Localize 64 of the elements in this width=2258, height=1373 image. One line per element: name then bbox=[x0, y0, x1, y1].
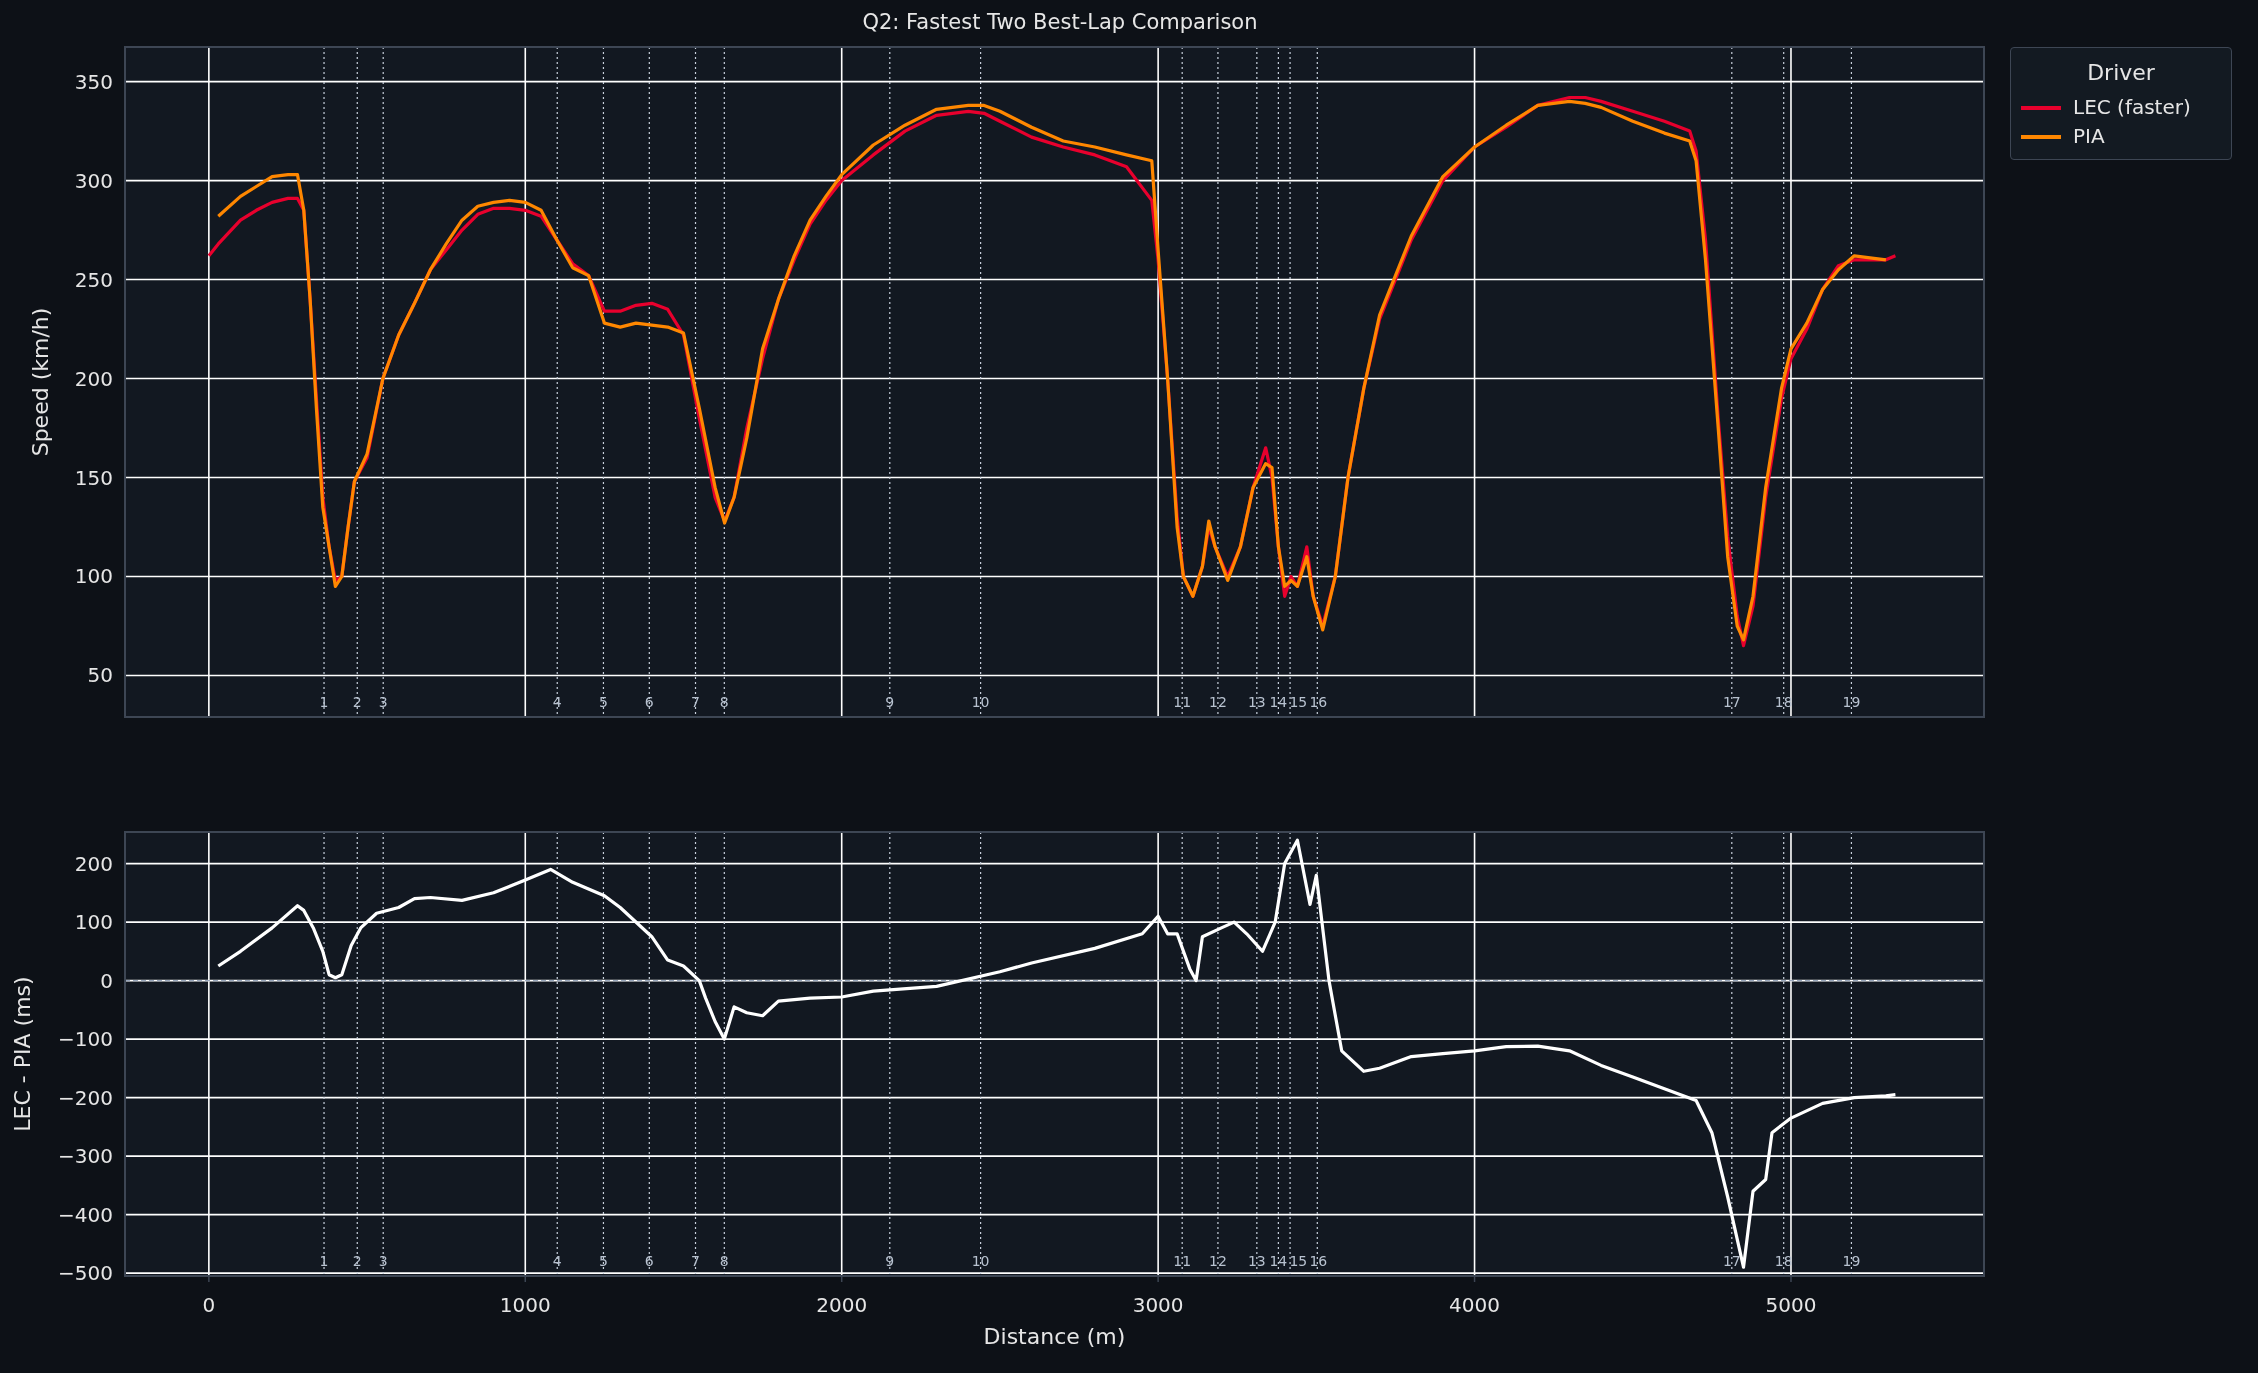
x-tick-label: 3000 bbox=[1132, 1293, 1184, 1317]
x-tick-label: 5000 bbox=[1765, 1293, 1817, 1317]
turn-label: 10 bbox=[971, 1253, 990, 1269]
x-tick-label: 0 bbox=[202, 1293, 216, 1317]
y-tick-label: 200 bbox=[74, 366, 113, 391]
turn-label: 8 bbox=[719, 1253, 729, 1269]
turn-label: 6 bbox=[644, 694, 654, 710]
y-tick-label: 200 bbox=[74, 851, 113, 876]
y-tick-label: 150 bbox=[74, 465, 113, 490]
chart-title: Q2: Fastest Two Best-Lap Comparison bbox=[861, 10, 1258, 34]
turn-label: 11 bbox=[1173, 694, 1192, 710]
y-tick-label: 50 bbox=[87, 663, 113, 688]
y-tick-label: −300 bbox=[58, 1144, 113, 1169]
x-axis-label: Distance (m) bbox=[983, 1324, 1126, 1349]
y-axis-label: Speed (km/h) bbox=[28, 307, 53, 457]
turn-label: 2 bbox=[352, 1253, 362, 1269]
turn-label: 4 bbox=[552, 694, 562, 710]
turn-label: 7 bbox=[691, 694, 700, 710]
turn-label: 9 bbox=[885, 1253, 895, 1269]
turn-label: 2 bbox=[352, 694, 362, 710]
y-tick-label: −400 bbox=[58, 1202, 113, 1227]
legend-title: Driver bbox=[2086, 59, 2156, 87]
y-tick-label: −200 bbox=[58, 1085, 113, 1110]
turn-label: 16 bbox=[1309, 694, 1328, 710]
turn-label: 19 bbox=[1842, 694, 1861, 710]
turn-label: 10 bbox=[971, 694, 990, 710]
turn-label: 1 bbox=[319, 1253, 329, 1269]
turn-label: 11 bbox=[1173, 1253, 1192, 1269]
legend-label: LEC (faster) bbox=[2073, 94, 2191, 121]
y-tick-label: 100 bbox=[74, 910, 113, 935]
y-tick-label: 100 bbox=[74, 564, 113, 589]
turn-label: 13 bbox=[1247, 694, 1266, 710]
y-axis-label: LEC - PIA (ms) bbox=[10, 976, 35, 1132]
turn-label: 8 bbox=[719, 694, 729, 710]
x-tick-label: 2000 bbox=[816, 1293, 868, 1317]
legend-label: PIA bbox=[2073, 123, 2105, 150]
y-tick-label: 250 bbox=[74, 267, 113, 292]
turn-label: 6 bbox=[644, 1253, 654, 1269]
y-tick-label: −500 bbox=[58, 1261, 113, 1286]
turn-label: 5 bbox=[598, 694, 608, 710]
turn-label: 12 bbox=[1209, 694, 1227, 710]
turn-label: 15 bbox=[1289, 694, 1308, 710]
turn-label: 4 bbox=[552, 1253, 562, 1269]
y-tick-label: −100 bbox=[58, 1027, 113, 1052]
turn-label: 3 bbox=[378, 1253, 388, 1269]
turn-label: 9 bbox=[885, 694, 895, 710]
turn-label: 17 bbox=[1722, 1253, 1741, 1269]
x-tick-label: 1000 bbox=[499, 1293, 551, 1317]
turn-label: 15 bbox=[1289, 1253, 1308, 1269]
turn-label: 19 bbox=[1842, 1253, 1861, 1269]
turn-label: 14 bbox=[1269, 1253, 1288, 1269]
turn-label: 12 bbox=[1209, 1253, 1227, 1269]
turn-label: 14 bbox=[1269, 694, 1288, 710]
y-tick-label: 350 bbox=[74, 69, 113, 94]
turn-label: 13 bbox=[1247, 1253, 1266, 1269]
turn-label: 17 bbox=[1722, 694, 1741, 710]
turn-label: 3 bbox=[378, 694, 388, 710]
y-tick-label: 300 bbox=[74, 168, 113, 193]
turn-label: 16 bbox=[1309, 1253, 1328, 1269]
turn-label: 7 bbox=[691, 1253, 700, 1269]
y-tick-label: 0 bbox=[100, 968, 113, 993]
x-tick-label: 4000 bbox=[1449, 1293, 1500, 1317]
turn-label: 5 bbox=[598, 1253, 608, 1269]
turn-label: 1 bbox=[319, 694, 329, 710]
